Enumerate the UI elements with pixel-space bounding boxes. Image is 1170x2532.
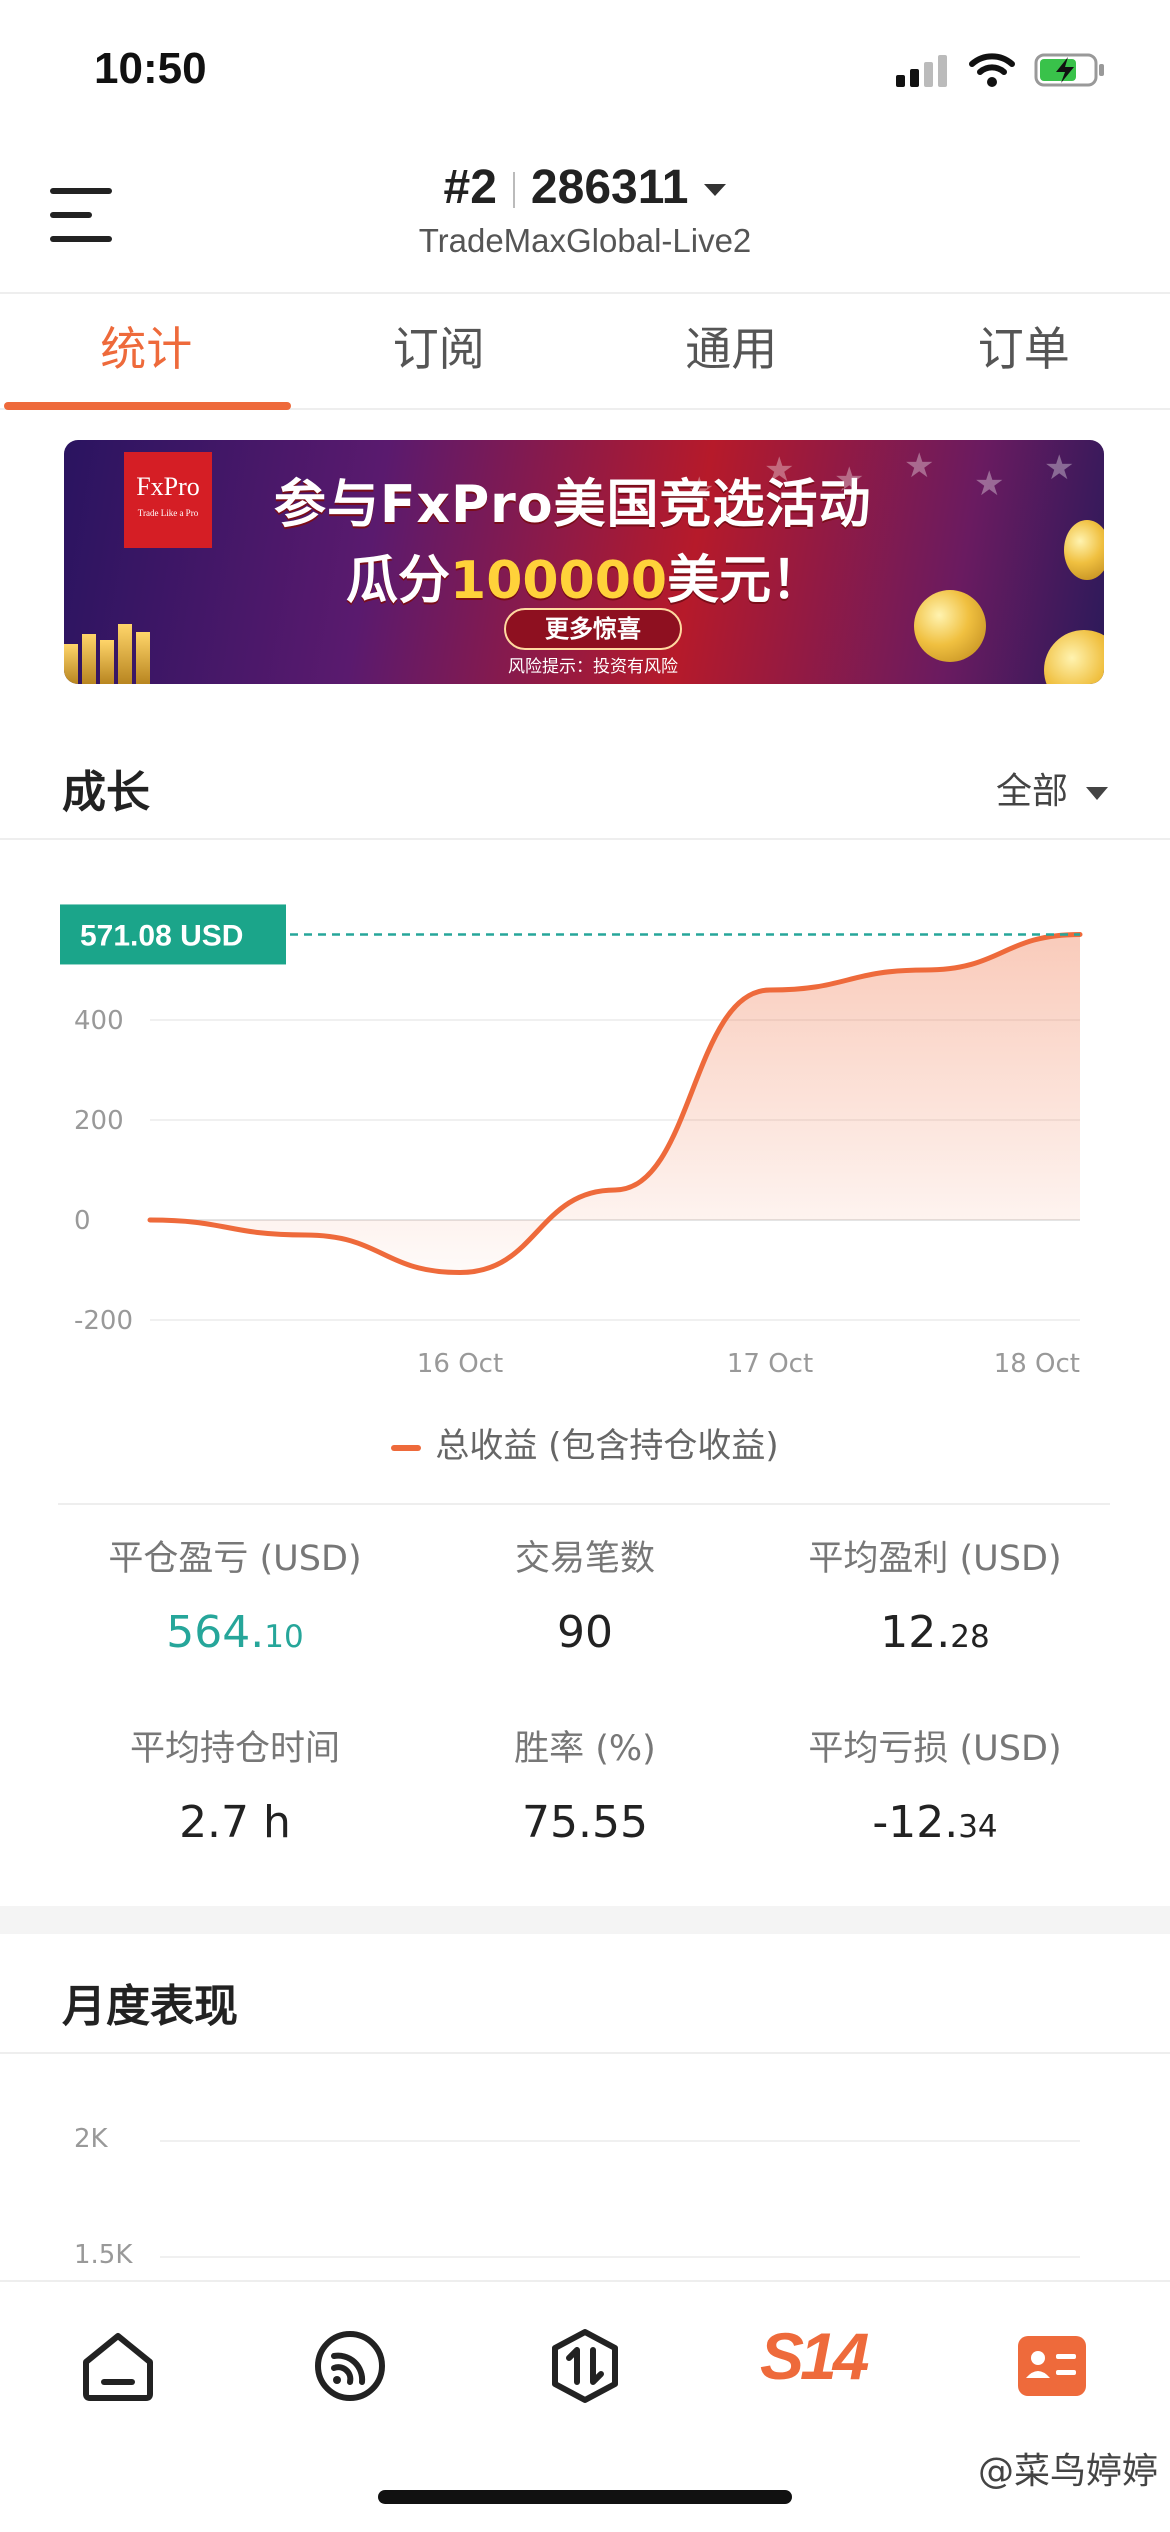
banner-subheadline: 瓜分100000美元！: [346, 538, 823, 613]
stat-value: -12.34: [872, 1797, 998, 1848]
cellular-signal-icon: [896, 55, 947, 87]
promo-banner[interactable]: ★ ★ ★ ★ ★ ★ FxPro Trade Like a Pro 参与FxP…: [64, 440, 1104, 684]
stat-value: 12.28: [880, 1607, 990, 1658]
coin-icon: [1044, 630, 1104, 684]
home-indicator[interactable]: [378, 2490, 792, 2504]
profile-card-icon[interactable]: [1012, 2326, 1092, 2406]
legend-swatch: [391, 1444, 422, 1451]
stat-avg-profit: 平均盈利 (USD) 12.28: [740, 1530, 1130, 1658]
s14-logo-icon[interactable]: S14: [760, 2318, 880, 2398]
y-tick-label: 400: [74, 1006, 124, 1036]
banner-more-button[interactable]: 更多惊喜: [504, 608, 682, 650]
status-time: 10:50: [94, 44, 207, 93]
trade-icon[interactable]: [545, 2326, 625, 2406]
banner-amount: 100000: [450, 551, 668, 611]
growth-filter-label: 全部: [995, 771, 1068, 812]
stat-label: 交易笔数: [514, 1539, 655, 1579]
current-value-badge: 571.08 USD: [60, 904, 286, 965]
tab-general[interactable]: 通用: [585, 294, 878, 408]
stat-value: 90: [557, 1607, 613, 1658]
battery-charging-icon: [1034, 53, 1104, 87]
x-tick-label: 16 Oct: [417, 1349, 503, 1379]
monthly-gridline: [160, 2256, 1080, 2258]
growth-area: [150, 934, 1080, 1273]
growth-chart: 400 200 0 -200 16 Oct 17 Oct 18 Oct 571.08 US…: [60, 904, 1083, 1379]
stat-value: 2.7 h: [179, 1797, 291, 1848]
banner-headline: 参与FxPro美国竞选活动: [274, 475, 872, 535]
tab-statistics[interactable]: 统计: [0, 294, 293, 410]
y-tick-label: 200: [74, 1106, 124, 1136]
stat-value: 75.55: [522, 1797, 648, 1848]
banner-suffix: 美元！: [667, 551, 824, 611]
growth-filter-dropdown[interactable]: 全部: [996, 762, 1108, 814]
signal-icon[interactable]: [310, 2326, 390, 2406]
stat-label: 平均盈利 (USD): [808, 1539, 1062, 1579]
growth-header: 成长 全部: [0, 722, 1170, 840]
stat-label: 平均亏损 (USD): [808, 1729, 1062, 1769]
fxpro-logo-tagline: Trade Like a Pro: [137, 508, 199, 518]
watermark: @菜鸟婷婷: [977, 2451, 1158, 2492]
monthly-gridline: [160, 2140, 1080, 2142]
monthly-header: 月度表现: [0, 1936, 1170, 2054]
stat-label: 平均持仓时间: [129, 1729, 340, 1769]
y-tick-label: -200: [74, 1306, 133, 1336]
monthly-y-tick: 1.5K: [74, 2240, 133, 2270]
caret-down-icon: [704, 184, 727, 197]
caret-down-icon: [1086, 786, 1108, 800]
status-bar: 10:50: [0, 0, 1170, 140]
account-prefix: #2: [443, 161, 497, 214]
server-name: TradeMaxGlobal-Live2: [418, 222, 752, 259]
home-icon[interactable]: [78, 2326, 158, 2406]
chart-legend[interactable]: 总收益 (包含持仓收益): [0, 1418, 1170, 1467]
tab-orders[interactable]: 订单: [878, 294, 1170, 408]
account-selector[interactable]: #2 286311: [0, 160, 1170, 215]
monthly-y-tick: 2K: [74, 2124, 108, 2154]
stat-closed-pnl: 平仓盈亏 (USD) 564.10: [40, 1530, 430, 1658]
app-header: #2 286311 TradeMaxGlobal-Live2: [0, 140, 1170, 290]
wifi-icon: [969, 53, 1015, 87]
fxpro-logo-text: FxPro: [136, 472, 200, 501]
coin-icon: [914, 590, 986, 662]
growth-title: 成长: [62, 767, 150, 818]
section-gap: [0, 1906, 1170, 1934]
account-number: 286311: [530, 161, 689, 214]
banner-risk-note: 风险提示：投资有风险: [508, 657, 678, 677]
tab-bar: 统计 订阅 通用 订单: [0, 292, 1170, 410]
section-divider: [58, 1503, 1110, 1505]
fxpro-logo: FxPro Trade Like a Pro: [124, 452, 212, 548]
tab-subscription[interactable]: 订阅: [293, 294, 586, 408]
stat-label: 平仓盈亏 (USD): [108, 1539, 362, 1579]
x-tick-label: 17 Oct: [727, 1349, 813, 1379]
svg-text:571.08 USD: 571.08 USD: [80, 919, 243, 952]
monthly-title: 月度表现: [62, 1981, 238, 2032]
stat-trade-count: 交易笔数 90: [390, 1530, 780, 1658]
coin-icon: [1064, 520, 1104, 580]
legend-label: 总收益 (包含持仓收益): [435, 1426, 779, 1466]
status-icons: [896, 52, 1106, 88]
banner-prefix: 瓜分: [346, 551, 451, 611]
stat-avg-hold-time: 平均持仓时间 2.7 h: [40, 1720, 430, 1848]
stat-win-rate: 胜率 (%) 75.55: [390, 1720, 780, 1848]
stat-avg-loss: 平均亏损 (USD) -12.34: [740, 1720, 1130, 1848]
stat-label: 胜率 (%): [514, 1729, 656, 1769]
x-tick-label: 18 Oct: [994, 1349, 1080, 1379]
y-tick-label: 0: [74, 1206, 91, 1236]
stat-value: 564.10: [166, 1607, 304, 1658]
